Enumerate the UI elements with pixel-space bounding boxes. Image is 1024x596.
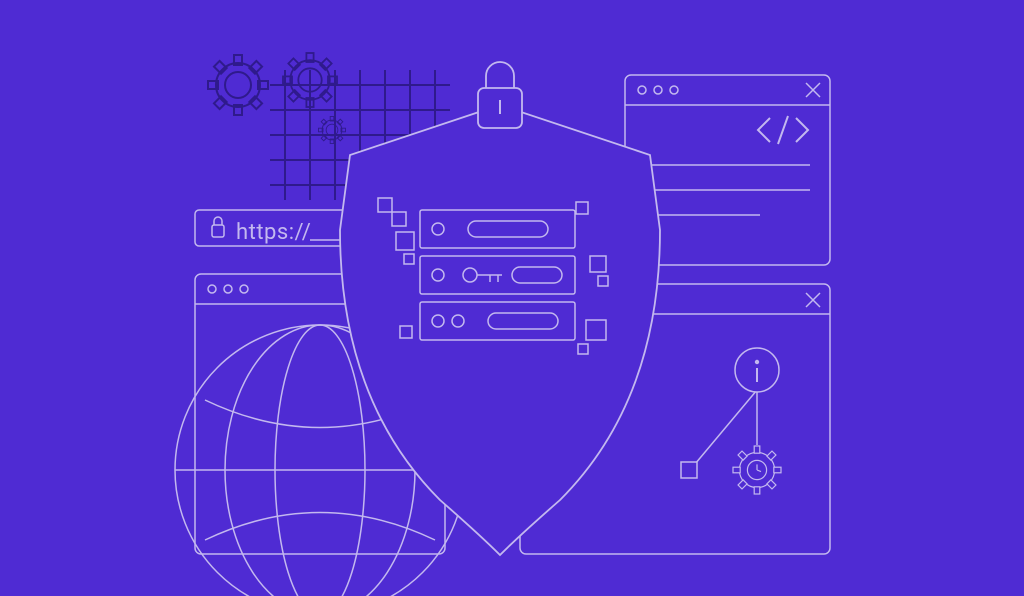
server-rack <box>420 210 575 340</box>
security-illustration: https:// <box>0 0 1024 596</box>
gear-icon-small <box>313 111 351 149</box>
url-protocol-text: https:// <box>236 220 311 245</box>
lock-icon <box>478 62 522 128</box>
gear-icon-large-1 <box>196 43 281 128</box>
illustration-svg <box>0 0 1024 596</box>
